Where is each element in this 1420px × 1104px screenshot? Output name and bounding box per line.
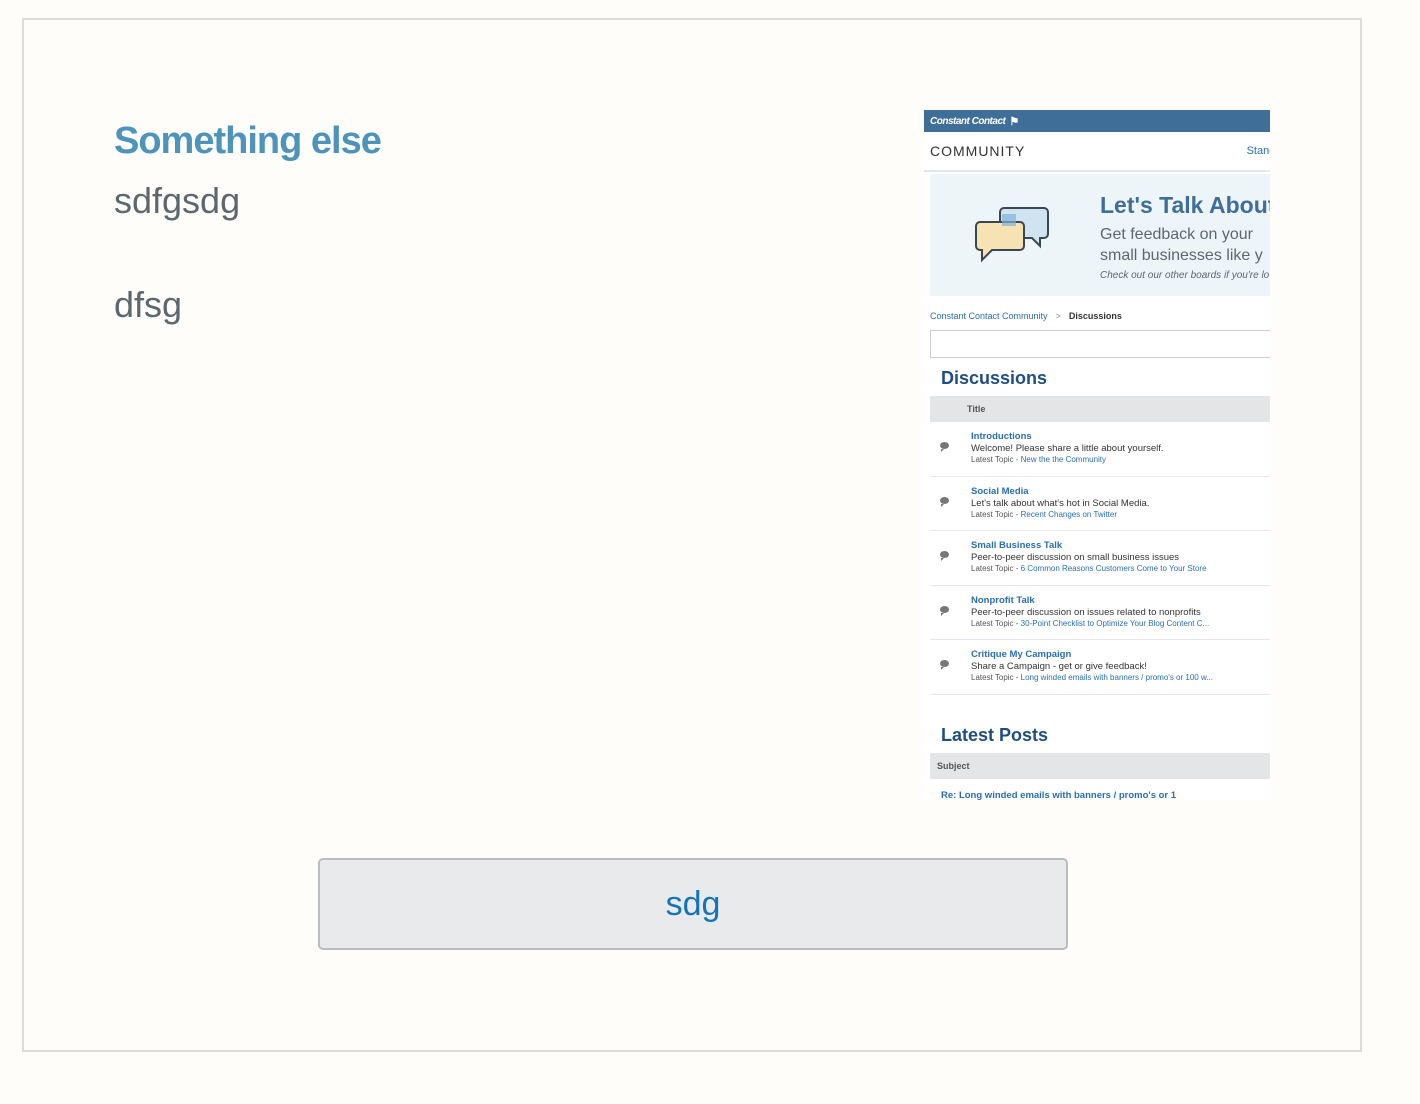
latest-topic-link: Recent Changes on Twitter — [1020, 509, 1118, 519]
board-name: Nonprofit Talk — [971, 594, 1035, 606]
sdg-button[interactable]: sdg — [318, 858, 1068, 950]
nav-link: Standalo — [1246, 145, 1270, 157]
speech-bubble-icon — [940, 496, 949, 507]
board-name: Social Media — [971, 485, 1029, 497]
speech-bubble-icon — [940, 660, 949, 670]
latest-topic-link: Long winded emails with banners / promo'… — [1020, 673, 1213, 682]
board-name: Small Business Talk — [971, 540, 1063, 551]
board-row: Nonprofit Talk Peer-to-peer discussion on… — [930, 586, 1270, 640]
latest-posts-title: Latest Posts — [941, 724, 1049, 745]
brand-logo: Constant Contact — [930, 115, 1006, 127]
boards-list: Introductions Welcome! Please share a lit… — [924, 422, 1270, 695]
board-name: Introductions — [971, 431, 1032, 442]
banner: Let's Talk About Get feedback on your sm… — [930, 174, 1270, 296]
community-title: COMMUNITY — [930, 143, 1026, 159]
speech-bubble-icon — [940, 605, 949, 616]
board-name: Critique My Campaign — [971, 649, 1072, 660]
latest-topic-link: New the the Community — [1020, 455, 1107, 464]
speech-bubble-icon — [940, 442, 949, 452]
breadcrumb-current: Discussions — [1068, 311, 1122, 321]
card-paragraph-2: dfsg — [114, 284, 183, 325]
banner-note: Check out our other boards if you're lo — [1100, 270, 1270, 281]
speech-bubble-icon — [940, 551, 949, 561]
banner-line-1: Get feedback on your — [1100, 226, 1253, 243]
board-description: Peer-to-peer discussion on issues relate… — [971, 606, 1201, 618]
discussions-title: Discussions — [941, 368, 1048, 388]
card-paragraph-1: sdfgsdg — [114, 180, 241, 221]
flag-icon: ⚑ — [1009, 115, 1019, 128]
breadcrumb-separator: > — [1055, 311, 1061, 321]
board-row: Introductions Welcome! Please share a lit… — [930, 422, 1270, 477]
latest-topic-prefix: Latest Topic - — [971, 509, 1021, 519]
board-latest-topic: Latest Topic - 30-Point Checklist to Opt… — [971, 619, 1209, 628]
board-latest-topic: Latest Topic - New the the Community — [971, 455, 1106, 464]
latest-topic-prefix: Latest Topic - — [971, 673, 1021, 682]
brand-bar: Constant Contact ⚑ — [924, 110, 1270, 132]
card-heading: Something else — [114, 120, 382, 162]
board-row: Small Business Talk Peer-to-peer discussi… — [930, 531, 1270, 586]
discussions-table-header: Title — [930, 396, 1270, 422]
content-card: Something else sdfgsdg dfsg Constant Con… — [22, 18, 1362, 1052]
board-latest-topic: Latest Topic - Long winded emails with b… — [971, 673, 1213, 682]
title-column-header: Title — [967, 404, 986, 414]
board-description: Welcome! Please share a little about you… — [971, 443, 1164, 454]
banner-title: Let's Talk About — [1100, 192, 1270, 218]
banner-line-2: small businesses like y — [1100, 247, 1263, 264]
board-row: Critique My Campaign Share a Campaign - g… — [930, 640, 1270, 695]
chat-bubbles-icon — [975, 207, 1049, 263]
community-nav: COMMUNITY Standalo — [924, 132, 1270, 172]
search-box — [930, 330, 1270, 358]
latest-topic-link: 30-Point Checklist to Optimize Your Blog… — [1020, 618, 1210, 628]
board-latest-topic: Latest Topic - Recent Changes on Twitter — [971, 510, 1117, 519]
subject-column-header: Subject — [937, 760, 970, 771]
breadcrumb: Constant Contact Community > Discussions — [924, 310, 1270, 322]
board-description: Let's talk about what's hot in Social Me… — [971, 497, 1150, 509]
board-latest-topic: Latest Topic - 6 Common Reasons Customer… — [971, 564, 1207, 573]
latest-topic-prefix: Latest Topic - — [971, 564, 1021, 573]
community-screenshot-image: Constant Contact ⚑ COMMUNITY Standalo Le… — [924, 110, 1270, 800]
board-description: Peer-to-peer discussion on small busines… — [971, 552, 1180, 563]
latest-topic-link: 6 Common Reasons Customers Come to Your … — [1020, 564, 1207, 573]
latest-topic-prefix: Latest Topic - — [971, 618, 1021, 628]
breadcrumb-root: Constant Contact Community — [930, 311, 1048, 321]
latest-post-item: Re: Long winded emails with banners / pr… — [941, 789, 1177, 801]
board-row: Social Media Let's talk about what's hot … — [930, 477, 1270, 531]
board-description: Share a Campaign - get or give feedback! — [971, 661, 1147, 672]
latest-posts-table-header: Subject — [930, 752, 1270, 779]
banner-subtitle: Get feedback on your small businesses li… — [1100, 224, 1263, 266]
latest-topic-prefix: Latest Topic - — [971, 455, 1021, 464]
